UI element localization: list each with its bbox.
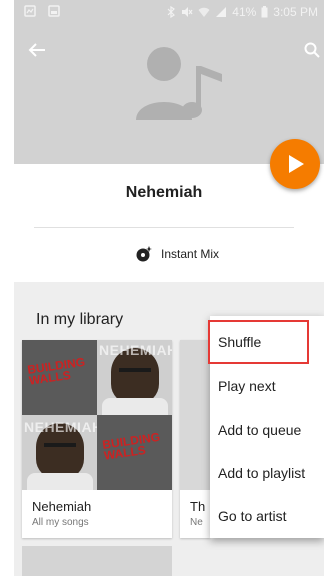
album-card[interactable]: BUILDING WALLS NEHEMIAH NEHEMIAH BUILDIN… [22, 340, 172, 538]
album-art-text: BUILDING WALLS [26, 354, 86, 388]
clock: 3:05 PM [273, 5, 318, 19]
album-art-tile: BUILDING WALLS [97, 415, 172, 490]
artist-name: Nehemiah [125, 184, 203, 201]
play-icon [289, 155, 304, 173]
signal-icon [216, 7, 227, 17]
menu-item-go-to-artist[interactable]: Go to artist [218, 508, 286, 524]
artist-placeholder-icon [136, 47, 222, 120]
album-title: Th [190, 499, 206, 514]
album-art [180, 340, 210, 490]
instant-mix-icon [136, 246, 152, 262]
album-art-tile: NEHEMIAH [22, 415, 97, 490]
back-button[interactable] [28, 40, 46, 62]
album-title: Nehemiah [32, 499, 92, 514]
search-icon [304, 42, 320, 58]
gallery-notification-icon [24, 5, 36, 17]
mute-icon [182, 7, 193, 17]
battery-level: 41% [232, 5, 257, 19]
album-card[interactable]: Th Ne [180, 340, 210, 538]
divider [34, 227, 294, 228]
album-art-overlay: NEHEMIAH [99, 342, 172, 358]
album-subtitle: All my songs [32, 517, 89, 528]
image-notification-icon [48, 5, 60, 17]
search-button[interactable] [304, 42, 320, 63]
instant-mix-button[interactable]: Instant Mix [136, 246, 219, 262]
app-screen: 41% 3:05 PM Nehemiah Instant Mix In my l… [0, 0, 324, 576]
album-card[interactable] [22, 546, 172, 576]
artist-placeholder [134, 44, 226, 129]
battery-icon [261, 6, 268, 18]
shuffle-highlight-box [208, 320, 309, 364]
arrow-back-icon [28, 43, 45, 57]
status-bar: 41% 3:05 PM [14, 0, 324, 24]
album-art-tile: BUILDING WALLS [22, 340, 97, 415]
album-art-tile: NEHEMIAH [97, 340, 172, 415]
menu-item-add-to-queue[interactable]: Add to queue [218, 422, 301, 438]
bluetooth-icon [167, 6, 176, 18]
library-title: In my library [36, 311, 124, 328]
wifi-icon [198, 7, 210, 17]
play-fab-button[interactable] [270, 139, 320, 189]
menu-item-play-next[interactable]: Play next [218, 378, 276, 394]
album-art-text: BUILDING WALLS [101, 429, 161, 463]
album-subtitle: Ne [190, 517, 203, 528]
instant-mix-label: Instant Mix [161, 247, 220, 261]
album-art: BUILDING WALLS NEHEMIAH NEHEMIAH BUILDIN… [22, 340, 172, 490]
menu-item-add-to-playlist[interactable]: Add to playlist [218, 465, 305, 481]
album-art-overlay: NEHEMIAH [24, 419, 97, 435]
